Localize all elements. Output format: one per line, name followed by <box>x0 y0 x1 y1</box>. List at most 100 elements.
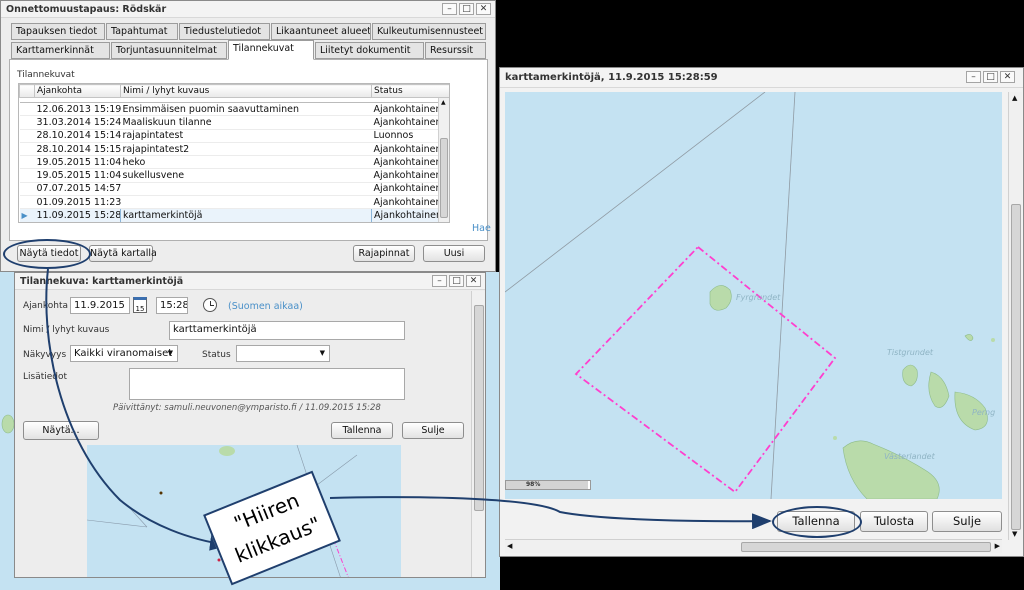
situation-table: Ajankohta Nimi / lyhyt kuvaus Status 12.… <box>18 83 450 223</box>
tab-tiedustelutiedot[interactable]: Tiedustelutiedot <box>179 23 270 40</box>
tab-karttamerkinnat[interactable]: Karttamerkinnät <box>11 42 110 59</box>
minimize-icon[interactable]: – <box>442 3 457 15</box>
cell-name <box>120 195 372 210</box>
scrollbar-thumb[interactable] <box>741 542 991 552</box>
island-fyrgrundet <box>709 285 732 311</box>
scroll-right-icon[interactable]: ▶ <box>995 542 1000 550</box>
table-row-selected[interactable]: ▶ 11.09.2015 15:28 karttamerkintöjä Ajan… <box>19 208 449 222</box>
scrollbar-thumb[interactable] <box>1011 204 1021 530</box>
minimize-icon[interactable]: – <box>432 275 447 287</box>
island-pernas <box>928 371 950 408</box>
place-label: Fyrgrundet <box>736 293 781 302</box>
map-vscrollbar[interactable]: ▲ ▼ <box>1008 92 1022 540</box>
column-header-status[interactable]: Status <box>371 84 449 98</box>
scroll-up-icon[interactable]: ▲ <box>441 99 446 106</box>
cell-time: 11.09.2015 15:28 <box>34 208 121 222</box>
close-icon[interactable]: ✕ <box>476 3 491 15</box>
situation-scrollbar[interactable] <box>471 291 485 577</box>
cell-time: 12.06.2013 15:19 <box>34 102 121 117</box>
tab-tilannekuvat[interactable]: Tilannekuvat <box>228 40 314 60</box>
show-on-map-button[interactable]: Näytä kartalla <box>89 245 157 262</box>
tab-liitetyt-dokumentit[interactable]: Liitetyt dokumentit <box>315 42 424 59</box>
tab-resurssit[interactable]: Resurssit <box>425 42 486 59</box>
tab-torjuntasuunnitelmat[interactable]: Torjuntasuunnitelmat <box>111 42 227 59</box>
table-row[interactable]: 19.05.2015 11:04 sukellusvene Ajankohtaine… <box>19 168 449 183</box>
visibility-label: Näkyvyys <box>23 350 67 360</box>
table-row[interactable]: 28.10.2014 15:15 rajapintatest2 Ajankohtai… <box>19 142 449 157</box>
clock-icon[interactable] <box>203 298 217 312</box>
tab-tapahtumat[interactable]: Tapahtumat <box>106 23 178 40</box>
map-view[interactable]: Fyrgrundet Tistgrundet Västerlandet Pern… <box>505 92 1002 499</box>
cell-time: 28.10.2014 15:15 <box>34 142 121 157</box>
visibility-select[interactable]: Kaikki viranomaiset ▼ <box>70 345 178 362</box>
map-hscrollbar[interactable]: ◀ ▶ <box>505 539 1002 553</box>
situation-window-controls: – □ ✕ <box>432 275 481 287</box>
close-icon[interactable]: ✕ <box>466 275 481 287</box>
map-close-button[interactable]: Sulje <box>932 511 1002 532</box>
column-header-time[interactable]: Ajankohta <box>34 84 121 98</box>
table-row[interactable]: 28.10.2014 15:14 rajapintatest Luonnos <box>19 129 449 143</box>
search-link[interactable]: Hae <box>472 223 491 234</box>
show-button[interactable]: Näytä... <box>23 421 99 440</box>
chevron-down-icon: ▼ <box>319 349 325 357</box>
scrollbar-thumb[interactable] <box>440 138 448 218</box>
new-button[interactable]: Uusi <box>423 245 485 262</box>
maximize-icon[interactable]: □ <box>459 3 474 15</box>
date-field[interactable]: 11.9.2015 <box>70 297 130 314</box>
calendar-icon[interactable]: 15 <box>133 297 147 313</box>
table-row[interactable]: 19.05.2015 11:04 heko Ajankohtainen <box>19 155 449 170</box>
time-field[interactable]: 15:28 <box>156 297 188 314</box>
close-icon[interactable]: ✕ <box>1000 71 1015 83</box>
place-label: Västerlandet <box>884 452 935 461</box>
table-row[interactable]: 12.06.2013 15:19 Ensimmäisen puomin saavu… <box>19 102 449 117</box>
extra-info-textarea[interactable] <box>129 368 405 400</box>
tab-likaantuneet-alueet[interactable]: Likaantuneet alueet <box>271 23 371 40</box>
close-button[interactable]: Sulje <box>402 422 464 439</box>
table-row[interactable]: 01.09.2015 11:23 Ajankohtainen <box>19 195 449 210</box>
cell-name: rajapintatest <box>120 129 372 143</box>
place-label: Tistgrundet <box>887 348 934 357</box>
column-header-name[interactable]: Nimi / lyhyt kuvaus <box>120 84 372 98</box>
name-label: Nimi / lyhyt kuvaus <box>23 325 110 335</box>
island-tistgrundet <box>902 364 918 387</box>
cell-name: Ensimmäisen puomin saavuttaminen <box>120 102 372 117</box>
progress-fill <box>506 481 589 489</box>
save-button[interactable]: Tallenna <box>331 422 393 439</box>
cell-name <box>120 182 372 197</box>
scroll-left-icon[interactable]: ◀ <box>507 542 512 550</box>
progress-text: 98% <box>526 481 541 488</box>
map-window-title: karttamerkintöjä, 11.9.2015 15:28:59 <box>500 68 1023 88</box>
island-small <box>964 334 974 341</box>
tab-kulkeutumisennusteet[interactable]: Kulkeutumisennusteet <box>372 23 486 40</box>
visibility-value: Kaikki viranomaiset <box>74 348 173 359</box>
maximize-icon[interactable]: □ <box>983 71 998 83</box>
interfaces-button[interactable]: Rajapinnat <box>353 245 415 262</box>
highlight-oval-save <box>772 506 862 538</box>
table-row[interactable]: 31.03.2014 15:24 Maaliskuun tilanne Ajanko… <box>19 115 449 130</box>
cell-name: heko <box>120 155 372 170</box>
map-window: karttamerkintöjä, 11.9.2015 15:28:59 – □… <box>499 67 1024 557</box>
cell-name: sukellusvene <box>120 168 372 183</box>
cell-time: 31.03.2014 15:24 <box>34 115 121 130</box>
status-select[interactable]: ▼ <box>236 345 330 362</box>
name-field[interactable]: karttamerkintöjä <box>169 321 405 340</box>
status-label: Status <box>202 350 231 360</box>
table-row[interactable]: 07.07.2015 14:57 Ajankohtainen <box>19 182 449 197</box>
map-window-controls: – □ ✕ <box>966 71 1015 83</box>
cell-name: Maaliskuun tilanne <box>120 115 372 130</box>
scrollbar-thumb[interactable] <box>474 305 484 511</box>
progress-bar: 98% <box>505 480 591 490</box>
chevron-down-icon: ▼ <box>167 349 173 357</box>
map-print-button[interactable]: Tulosta <box>860 511 928 532</box>
maximize-icon[interactable]: □ <box>449 275 464 287</box>
minimize-icon[interactable]: – <box>966 71 981 83</box>
scroll-down-icon[interactable]: ▼ <box>1012 530 1017 538</box>
cell-time: 01.09.2015 11:23 <box>34 195 121 210</box>
scroll-up-icon[interactable]: ▲ <box>1012 94 1017 102</box>
table-scrollbar[interactable]: ▲ <box>438 98 449 222</box>
row-pointer-icon: ▶ <box>19 208 35 222</box>
tab-tapauksen-tiedot[interactable]: Tapauksen tiedot <box>11 23 105 40</box>
island-vasterlandet <box>842 440 940 499</box>
cell-time: 19.05.2015 11:04 <box>34 155 121 170</box>
timezone-label: (Suomen aikaa) <box>228 301 303 312</box>
